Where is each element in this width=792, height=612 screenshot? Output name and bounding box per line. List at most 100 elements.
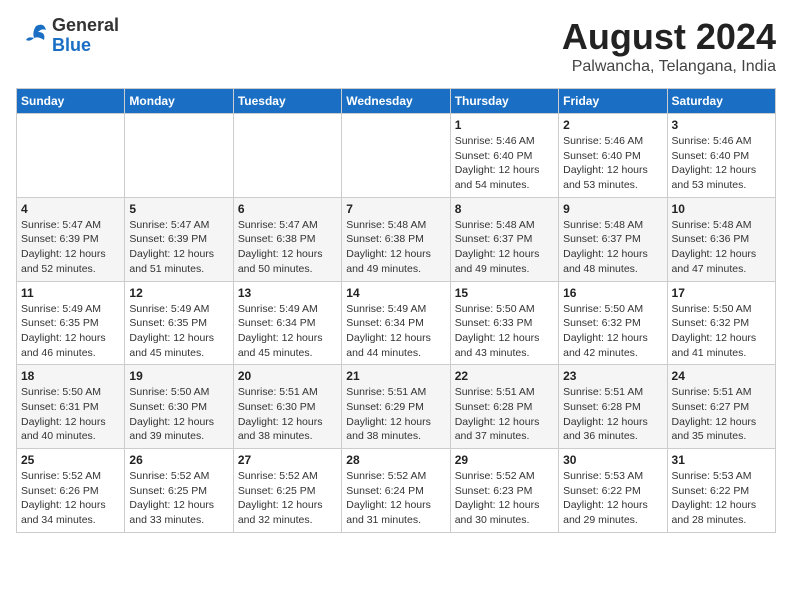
calendar-table: SundayMondayTuesdayWednesdayThursdayFrid… <box>16 88 776 533</box>
day-info: Sunrise: 5:46 AM Sunset: 6:40 PM Dayligh… <box>672 134 771 193</box>
calendar-cell: 9Sunrise: 5:48 AM Sunset: 6:37 PM Daylig… <box>559 197 667 281</box>
calendar-cell: 2 Sunrise: 5:46 AM Sunset: 6:40 PM Daylig… <box>559 114 667 198</box>
day-number: 21 <box>346 369 445 383</box>
day-info: Sunrise: 5:52 AM Sunset: 6:25 PM Dayligh… <box>129 469 228 528</box>
day-number: 6 <box>238 202 337 216</box>
day-info: Sunrise: 5:52 AM Sunset: 6:23 PM Dayligh… <box>455 469 554 528</box>
calendar-cell: 23 Sunrise: 5:51 AM Sunset: 6:28 PM Dayli… <box>559 365 667 449</box>
day-number: 23 <box>563 369 662 383</box>
calendar-week-1: 4 Sunrise: 5:47 AM Sunset: 6:39 PM Daylig… <box>17 197 776 281</box>
day-info: Sunrise: 5:49 AM Sunset: 6:34 PM Dayligh… <box>346 302 445 361</box>
calendar-cell: 21 Sunrise: 5:51 AM Sunset: 6:29 PM Dayli… <box>342 365 450 449</box>
day-info: Sunrise: 5:47 AM Sunset: 6:39 PM Dayligh… <box>21 218 120 277</box>
day-number: 3 <box>672 118 771 132</box>
calendar-cell: 12 Sunrise: 5:49 AM Sunset: 6:35 PM Dayli… <box>125 281 233 365</box>
day-number: 14 <box>346 286 445 300</box>
calendar-cell: 15 Sunrise: 5:50 AM Sunset: 6:33 PM Dayli… <box>450 281 558 365</box>
day-info: Sunrise: 5:47 AM Sunset: 6:38 PM Dayligh… <box>238 218 337 277</box>
calendar-cell: 11Sunrise: 5:49 AM Sunset: 6:35 PM Dayli… <box>17 281 125 365</box>
calendar-header-wednesday: Wednesday <box>342 89 450 114</box>
day-info: Sunrise: 5:50 AM Sunset: 6:30 PM Dayligh… <box>129 385 228 444</box>
day-info: Sunrise: 5:50 AM Sunset: 6:33 PM Dayligh… <box>455 302 554 361</box>
calendar-cell: 8Sunrise: 5:48 AM Sunset: 6:37 PM Daylig… <box>450 197 558 281</box>
calendar-cell: 18 Sunrise: 5:50 AM Sunset: 6:31 PM Dayli… <box>17 365 125 449</box>
calendar-cell: 24Sunrise: 5:51 AM Sunset: 6:27 PM Dayli… <box>667 365 775 449</box>
calendar-cell: 6 Sunrise: 5:47 AM Sunset: 6:38 PM Daylig… <box>233 197 341 281</box>
day-info: Sunrise: 5:51 AM Sunset: 6:28 PM Dayligh… <box>455 385 554 444</box>
day-number: 19 <box>129 369 228 383</box>
calendar-header-sunday: Sunday <box>17 89 125 114</box>
day-number: 10 <box>672 202 771 216</box>
calendar-cell: 10Sunrise: 5:48 AM Sunset: 6:36 PM Dayli… <box>667 197 775 281</box>
calendar-cell: 30 Sunrise: 5:53 AM Sunset: 6:22 PM Dayli… <box>559 449 667 533</box>
day-number: 25 <box>21 453 120 467</box>
day-info: Sunrise: 5:47 AM Sunset: 6:39 PM Dayligh… <box>129 218 228 277</box>
header: General Blue August 2024 Palwancha, Tela… <box>16 16 776 76</box>
day-number: 12 <box>129 286 228 300</box>
calendar-cell: 19 Sunrise: 5:50 AM Sunset: 6:30 PM Dayli… <box>125 365 233 449</box>
day-number: 5 <box>129 202 228 216</box>
calendar-cell: 28 Sunrise: 5:52 AM Sunset: 6:24 PM Dayli… <box>342 449 450 533</box>
day-info: Sunrise: 5:51 AM Sunset: 6:28 PM Dayligh… <box>563 385 662 444</box>
day-number: 13 <box>238 286 337 300</box>
calendar-cell: 1 Sunrise: 5:46 AM Sunset: 6:40 PM Daylig… <box>450 114 558 198</box>
logo-bird-icon <box>16 22 48 50</box>
day-info: Sunrise: 5:50 AM Sunset: 6:31 PM Dayligh… <box>21 385 120 444</box>
day-number: 2 <box>563 118 662 132</box>
calendar-header-friday: Friday <box>559 89 667 114</box>
day-number: 9 <box>563 202 662 216</box>
day-info: Sunrise: 5:46 AM Sunset: 6:40 PM Dayligh… <box>563 134 662 193</box>
day-number: 29 <box>455 453 554 467</box>
day-info: Sunrise: 5:48 AM Sunset: 6:38 PM Dayligh… <box>346 218 445 277</box>
logo-blue: Blue <box>52 36 119 56</box>
day-number: 27 <box>238 453 337 467</box>
calendar-cell: 5 Sunrise: 5:47 AM Sunset: 6:39 PM Daylig… <box>125 197 233 281</box>
day-info: Sunrise: 5:53 AM Sunset: 6:22 PM Dayligh… <box>672 469 771 528</box>
day-number: 30 <box>563 453 662 467</box>
calendar-body: 1 Sunrise: 5:46 AM Sunset: 6:40 PM Daylig… <box>17 114 776 533</box>
day-info: Sunrise: 5:49 AM Sunset: 6:35 PM Dayligh… <box>129 302 228 361</box>
calendar-week-3: 18 Sunrise: 5:50 AM Sunset: 6:31 PM Dayli… <box>17 365 776 449</box>
page-title: August 2024 <box>562 16 776 58</box>
calendar-cell: 31Sunrise: 5:53 AM Sunset: 6:22 PM Dayli… <box>667 449 775 533</box>
day-info: Sunrise: 5:49 AM Sunset: 6:34 PM Dayligh… <box>238 302 337 361</box>
day-info: Sunrise: 5:53 AM Sunset: 6:22 PM Dayligh… <box>563 469 662 528</box>
calendar-cell: 17 Sunrise: 5:50 AM Sunset: 6:32 PM Dayli… <box>667 281 775 365</box>
calendar-cell <box>125 114 233 198</box>
calendar-cell: 27 Sunrise: 5:52 AM Sunset: 6:25 PM Dayli… <box>233 449 341 533</box>
calendar-cell: 4 Sunrise: 5:47 AM Sunset: 6:39 PM Daylig… <box>17 197 125 281</box>
calendar-cell <box>17 114 125 198</box>
day-number: 15 <box>455 286 554 300</box>
calendar-cell: 26Sunrise: 5:52 AM Sunset: 6:25 PM Dayli… <box>125 449 233 533</box>
calendar-cell <box>342 114 450 198</box>
calendar-header-row: SundayMondayTuesdayWednesdayThursdayFrid… <box>17 89 776 114</box>
logo-general: General <box>52 16 119 36</box>
day-number: 22 <box>455 369 554 383</box>
calendar-header-tuesday: Tuesday <box>233 89 341 114</box>
day-info: Sunrise: 5:48 AM Sunset: 6:37 PM Dayligh… <box>455 218 554 277</box>
day-number: 1 <box>455 118 554 132</box>
calendar-header-saturday: Saturday <box>667 89 775 114</box>
day-info: Sunrise: 5:50 AM Sunset: 6:32 PM Dayligh… <box>672 302 771 361</box>
day-number: 17 <box>672 286 771 300</box>
day-number: 18 <box>21 369 120 383</box>
calendar-header-monday: Monday <box>125 89 233 114</box>
day-info: Sunrise: 5:46 AM Sunset: 6:40 PM Dayligh… <box>455 134 554 193</box>
day-info: Sunrise: 5:52 AM Sunset: 6:25 PM Dayligh… <box>238 469 337 528</box>
calendar-cell: 16Sunrise: 5:50 AM Sunset: 6:32 PM Dayli… <box>559 281 667 365</box>
calendar-week-4: 25Sunrise: 5:52 AM Sunset: 6:26 PM Dayli… <box>17 449 776 533</box>
calendar-cell <box>233 114 341 198</box>
day-number: 20 <box>238 369 337 383</box>
calendar-cell: 14 Sunrise: 5:49 AM Sunset: 6:34 PM Dayli… <box>342 281 450 365</box>
day-number: 28 <box>346 453 445 467</box>
day-info: Sunrise: 5:52 AM Sunset: 6:24 PM Dayligh… <box>346 469 445 528</box>
calendar-cell: 13 Sunrise: 5:49 AM Sunset: 6:34 PM Dayli… <box>233 281 341 365</box>
calendar-cell: 25Sunrise: 5:52 AM Sunset: 6:26 PM Dayli… <box>17 449 125 533</box>
calendar-cell: 22 Sunrise: 5:51 AM Sunset: 6:28 PM Dayli… <box>450 365 558 449</box>
day-number: 16 <box>563 286 662 300</box>
calendar-header-thursday: Thursday <box>450 89 558 114</box>
day-number: 4 <box>21 202 120 216</box>
calendar-cell: 29 Sunrise: 5:52 AM Sunset: 6:23 PM Dayli… <box>450 449 558 533</box>
calendar-week-2: 11Sunrise: 5:49 AM Sunset: 6:35 PM Dayli… <box>17 281 776 365</box>
day-info: Sunrise: 5:51 AM Sunset: 6:29 PM Dayligh… <box>346 385 445 444</box>
